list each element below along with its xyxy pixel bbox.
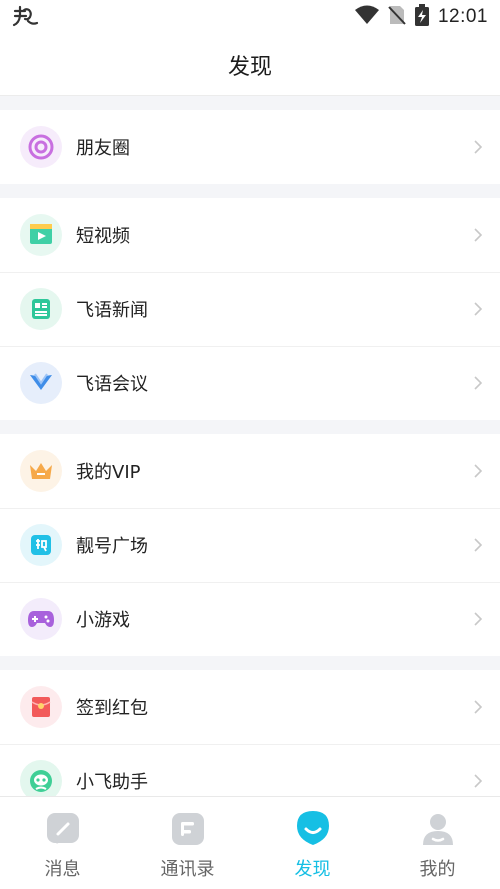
tab-label: 通讯录 (160, 859, 215, 880)
tab-profile[interactable]: 我的 (375, 797, 500, 889)
list-item-vip[interactable]: 我的VIP (0, 434, 500, 508)
chevron-right-icon (474, 774, 483, 788)
tab-discover[interactable]: 发现 (250, 797, 375, 889)
bottom-tab-bar: 消息 通讯录 发现 我的 (0, 796, 500, 889)
tab-contacts[interactable]: 通讯录 (125, 797, 250, 889)
tab-label: 消息 (44, 859, 81, 880)
red-envelope-icon (20, 686, 62, 728)
discover-icon (293, 809, 333, 849)
group-extras: 签到红包 小飞助手 (0, 670, 500, 796)
list-item-news[interactable]: 飞语新闻 (0, 272, 500, 346)
list-item-label: 飞语新闻 (76, 300, 148, 321)
chevron-right-icon (474, 376, 483, 390)
list-item-label: 靓号广场 (76, 536, 148, 557)
status-bar: 12:01 (0, 0, 500, 34)
list-item-label: 我的VIP (76, 462, 141, 483)
list-item-label: 朋友圈 (76, 138, 130, 159)
meeting-icon (20, 362, 62, 404)
video-icon (20, 214, 62, 256)
app-notification-icon (12, 5, 42, 29)
list-item-mini-games[interactable]: 小游戏 (0, 582, 500, 656)
header: 发现 (0, 34, 500, 96)
no-sim-icon (388, 5, 406, 29)
message-icon (43, 809, 83, 849)
wifi-icon (354, 5, 379, 29)
list-item-label: 签到红包 (76, 698, 148, 719)
tab-label: 发现 (294, 859, 331, 880)
status-time: 12:01 (437, 6, 488, 27)
discover-list: 朋友圈 短视频 飞语新闻 飞语会议 我的VIP 靓号广场 小游戏 签到红包 小飞… (0, 96, 500, 796)
list-item-label: 小游戏 (76, 610, 130, 631)
page-title: 发现 (227, 54, 272, 80)
moments-icon (20, 126, 62, 168)
chevron-right-icon (474, 302, 483, 316)
profile-icon (418, 809, 458, 849)
gamepad-icon (20, 598, 62, 640)
chevron-right-icon (474, 464, 483, 478)
assistant-icon (20, 760, 62, 796)
list-item-checkin-redpacket[interactable]: 签到红包 (0, 670, 500, 744)
group-services: 我的VIP 靓号广场 小游戏 (0, 434, 500, 656)
list-item-moments[interactable]: 朋友圈 (0, 110, 500, 184)
crown-icon (20, 450, 62, 492)
battery-charging-icon (414, 4, 429, 30)
tab-label: 我的 (419, 859, 456, 880)
chevron-right-icon (474, 612, 483, 626)
list-item-assistant[interactable]: 小飞助手 (0, 744, 500, 796)
news-icon (20, 288, 62, 330)
chevron-right-icon (474, 228, 483, 242)
list-item-label: 小飞助手 (76, 772, 148, 793)
liang-icon (20, 524, 62, 566)
group-social: 朋友圈 (0, 110, 500, 184)
chevron-right-icon (474, 700, 483, 714)
list-item-label: 短视频 (76, 226, 130, 247)
list-item-label: 飞语会议 (76, 374, 148, 395)
list-item-short-video[interactable]: 短视频 (0, 198, 500, 272)
list-item-meeting[interactable]: 飞语会议 (0, 346, 500, 420)
tab-messages[interactable]: 消息 (0, 797, 125, 889)
chevron-right-icon (474, 538, 483, 552)
group-media: 短视频 飞语新闻 飞语会议 (0, 198, 500, 420)
list-item-number-square[interactable]: 靓号广场 (0, 508, 500, 582)
chevron-right-icon (474, 140, 483, 154)
contacts-icon (168, 809, 208, 849)
